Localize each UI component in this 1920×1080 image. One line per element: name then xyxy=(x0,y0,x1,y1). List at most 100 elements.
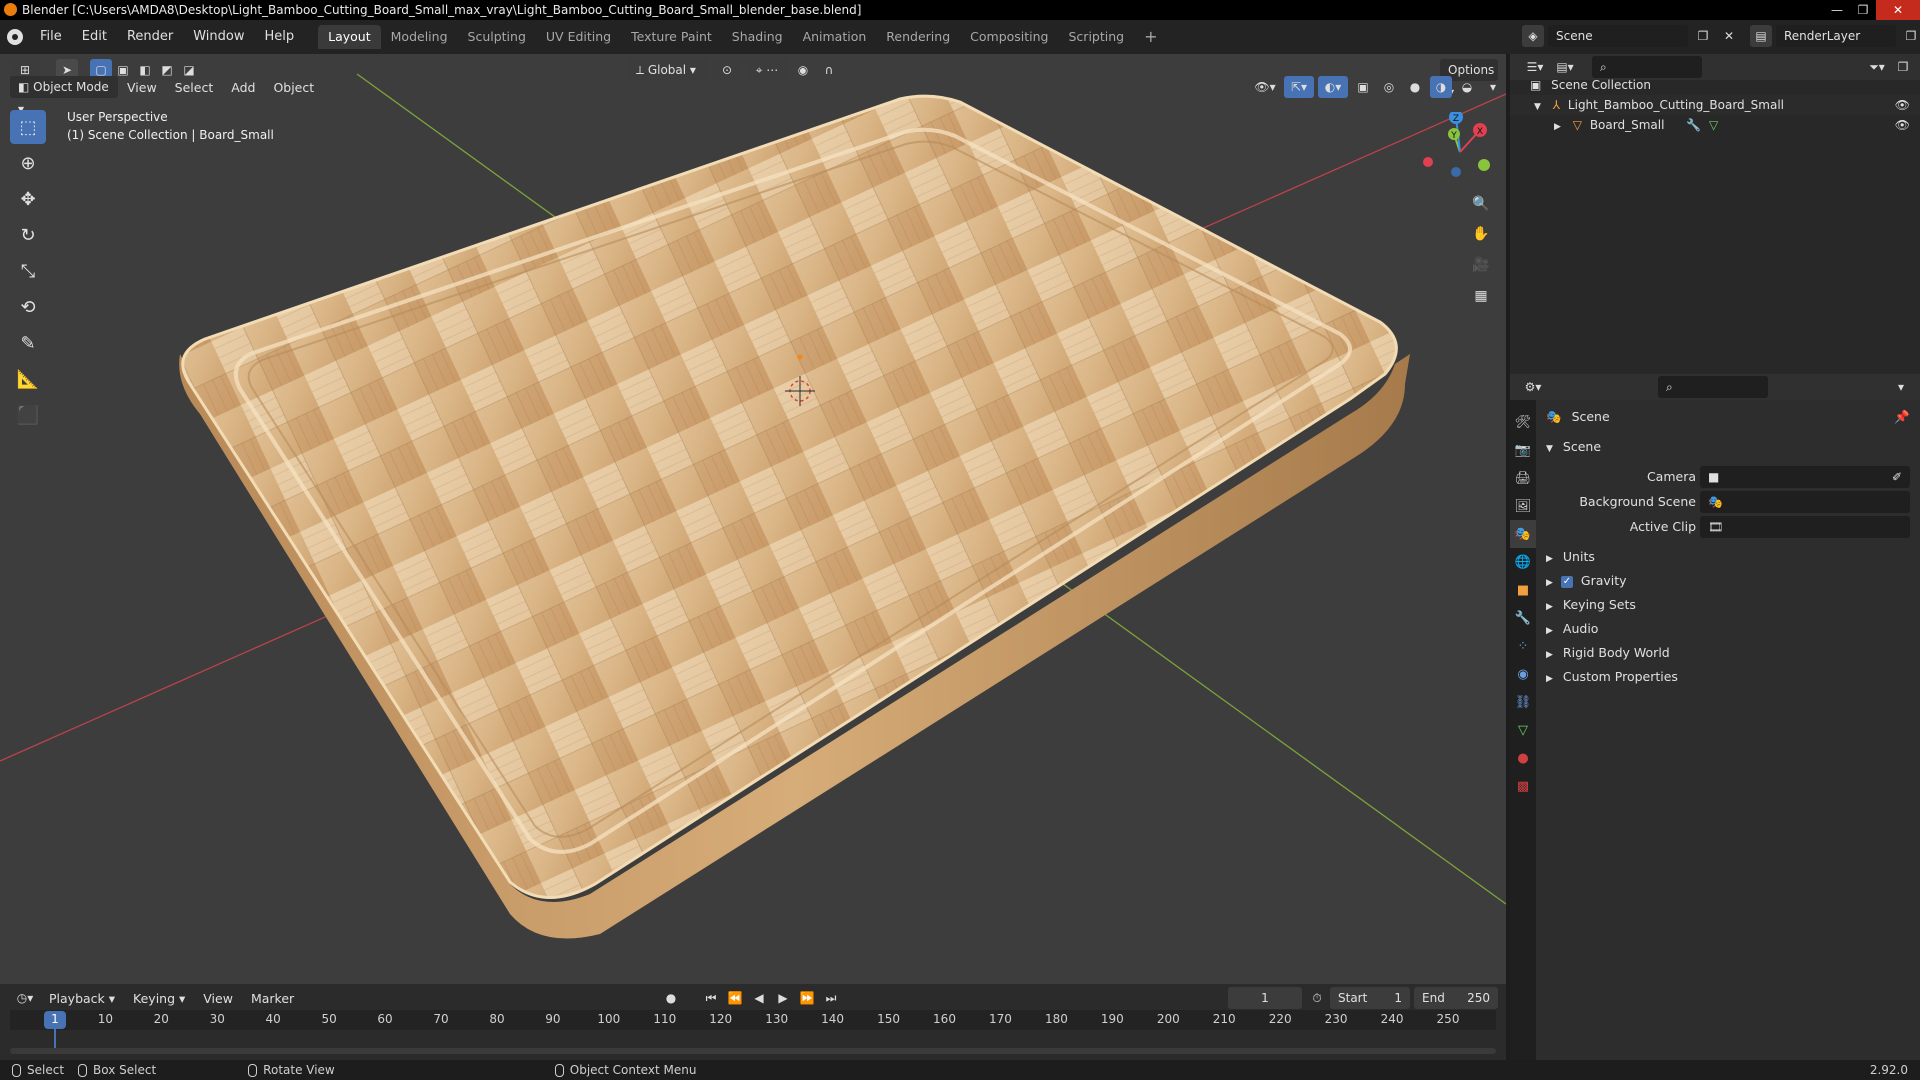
menu-help[interactable]: Help xyxy=(255,25,305,49)
solid-shading-icon[interactable]: ● xyxy=(1404,76,1426,98)
3d-viewport[interactable] xyxy=(0,54,1506,984)
tab-layout[interactable]: Layout xyxy=(318,25,381,49)
camera-field[interactable]: ■ ✐ xyxy=(1700,466,1910,488)
visibility-eye-icon[interactable]: 👁 xyxy=(1895,95,1910,115)
measure-tool-icon[interactable]: 📐 xyxy=(10,362,46,396)
rendered-shading-icon[interactable]: ◒ xyxy=(1456,76,1478,98)
outliner-row-object[interactable]: ▶ ▽ Board_Small 🔧 ▽ 👁 xyxy=(1510,115,1920,135)
jump-start-icon[interactable]: ⏮ xyxy=(700,987,722,1009)
scene-type-icon[interactable]: ◈ xyxy=(1522,25,1544,47)
panel-audio[interactable]: ▶ Audio xyxy=(1536,617,1920,641)
tab-rendering[interactable]: Rendering xyxy=(876,25,960,49)
end-frame-field[interactable]: End 250 xyxy=(1414,987,1498,1009)
transform-tool-icon[interactable]: ⟲ xyxy=(10,290,46,324)
panel-units[interactable]: ▶ Units xyxy=(1536,545,1920,569)
xray-toggle-icon[interactable]: ▣ xyxy=(1352,76,1374,98)
outliner-row-collection[interactable]: ▼ ⅄ Light_Bamboo_Cutting_Board_Small 👁 xyxy=(1510,95,1920,115)
tab-sculpting[interactable]: Sculpting xyxy=(458,25,536,49)
viewport-menu-view[interactable]: View xyxy=(118,80,166,95)
tab-scripting[interactable]: Scripting xyxy=(1059,25,1135,49)
object-mode-dropdown[interactable]: ◧ Object Mode ▾ xyxy=(10,76,118,116)
pin-icon[interactable]: 📌 xyxy=(1894,405,1910,429)
properties-editor-type-icon[interactable]: ⚙▾ xyxy=(1518,376,1548,398)
menu-edit[interactable]: Edit xyxy=(72,25,117,49)
tab-texture-paint[interactable]: Texture Paint xyxy=(621,25,722,49)
timeline-menu-keying[interactable]: Keying ▾ xyxy=(124,991,194,1006)
add-workspace-icon[interactable]: + xyxy=(1134,25,1167,49)
timeline-menu-view[interactable]: View xyxy=(194,991,242,1006)
start-frame-field[interactable]: Start 1 xyxy=(1330,987,1410,1009)
minimize-button[interactable]: — xyxy=(1824,0,1850,20)
visibility-icon[interactable]: 👁▾ xyxy=(1250,76,1280,98)
collapse-chevron-icon[interactable]: ▼ xyxy=(1546,444,1553,454)
new-scene-icon[interactable]: ❐ xyxy=(1692,25,1714,47)
texture-tab-icon[interactable]: ▩ xyxy=(1510,772,1536,800)
timeline-editor-type-icon[interactable]: ◷▾ xyxy=(10,987,40,1009)
expand-chevron-icon[interactable]: ▶ xyxy=(1546,602,1553,612)
expand-chevron-icon[interactable]: ▶ xyxy=(1546,626,1553,636)
viewport-menu-add[interactable]: Add xyxy=(222,80,264,95)
current-frame-field[interactable]: 1 xyxy=(1228,987,1302,1009)
expand-chevron-icon[interactable]: ▶ xyxy=(1554,122,1561,132)
view-layer-selector[interactable]: RenderLayer xyxy=(1776,25,1896,47)
add-cube-tool-icon[interactable]: ⬛ xyxy=(10,398,46,432)
panel-gravity[interactable]: ▶ ✓ Gravity xyxy=(1536,569,1920,593)
scene-section-header[interactable]: ▼ Scene xyxy=(1536,435,1920,459)
active-clip-field[interactable]: 🎞 xyxy=(1700,516,1910,538)
menu-window[interactable]: Window xyxy=(183,25,254,49)
tab-modeling[interactable]: Modeling xyxy=(381,25,458,49)
expand-chevron-icon[interactable]: ▶ xyxy=(1546,554,1553,564)
outliner-row-scene-collection[interactable]: ▣ Scene Collection xyxy=(1510,75,1920,95)
panel-keying-sets[interactable]: ▶ Keying Sets xyxy=(1536,593,1920,617)
shading-options-icon[interactable]: ▾ xyxy=(1482,76,1504,98)
material-tab-icon[interactable]: ● xyxy=(1510,744,1536,772)
new-view-layer-icon[interactable]: ❐ xyxy=(1900,25,1920,47)
world-tab-icon[interactable]: 🌐 xyxy=(1510,548,1536,576)
jump-keyframe-forward-icon[interactable]: ⏩ xyxy=(796,987,818,1009)
mesh-data-icon[interactable]: ▽ xyxy=(1709,118,1718,132)
view-layer-tab-icon[interactable]: 🖼 xyxy=(1510,492,1536,520)
expand-chevron-icon[interactable]: ▼ xyxy=(1534,102,1541,112)
panel-rigid-body-world[interactable]: ▶ Rigid Body World xyxy=(1536,641,1920,665)
output-tab-icon[interactable]: 🖨 xyxy=(1510,464,1536,492)
annotate-tool-icon[interactable]: ✎ xyxy=(10,326,46,360)
menu-file[interactable]: File xyxy=(30,25,72,49)
timeline-menu-playback[interactable]: Playback ▾ xyxy=(40,991,124,1006)
eyedropper-icon[interactable]: ✐ xyxy=(1892,466,1902,488)
jump-keyframe-back-icon[interactable]: ⏪ xyxy=(724,987,746,1009)
overlays-toggle-icon[interactable]: ◐▾ xyxy=(1318,76,1348,98)
timeline-scrollbar[interactable] xyxy=(10,1048,1496,1054)
expand-chevron-icon[interactable]: ▶ xyxy=(1546,578,1553,588)
viewport-menu-select[interactable]: Select xyxy=(166,80,223,95)
maximize-button[interactable]: ❐ xyxy=(1850,0,1876,20)
physics-tab-icon[interactable]: ◉ xyxy=(1510,660,1536,688)
visibility-eye-icon[interactable]: 👁 xyxy=(1895,115,1910,135)
menu-render[interactable]: Render xyxy=(117,25,183,49)
object-tab-icon[interactable]: ■ xyxy=(1510,576,1536,604)
panel-custom-properties[interactable]: ▶ Custom Properties xyxy=(1536,665,1920,689)
tab-compositing[interactable]: Compositing xyxy=(960,25,1058,49)
zoom-icon[interactable]: 🔍 xyxy=(1467,190,1495,218)
jump-end-icon[interactable]: ⏭ xyxy=(820,987,842,1009)
scene-selector[interactable]: Scene xyxy=(1548,25,1688,47)
tab-shading[interactable]: Shading xyxy=(722,25,793,49)
perspective-toggle-icon[interactable]: ▦ xyxy=(1467,282,1495,310)
tab-animation[interactable]: Animation xyxy=(793,25,877,49)
play-icon[interactable]: ▶ xyxy=(772,987,794,1009)
constraints-tab-icon[interactable]: ⛓ xyxy=(1510,688,1536,716)
rotate-tool-icon[interactable]: ↻ xyxy=(10,218,46,252)
modifier-tab-icon[interactable]: 🔧 xyxy=(1510,604,1536,632)
material-shading-icon[interactable]: ◑ xyxy=(1430,76,1452,98)
background-scene-field[interactable]: 🎭 xyxy=(1700,491,1910,513)
preview-range-icon[interactable]: ⏱ xyxy=(1306,987,1328,1009)
wireframe-shading-icon[interactable]: ◎ xyxy=(1378,76,1400,98)
pan-hand-icon[interactable]: ✋ xyxy=(1467,220,1495,248)
tab-uv-editing[interactable]: UV Editing xyxy=(536,25,621,49)
timeline-menu-marker[interactable]: Marker xyxy=(242,991,303,1006)
camera-view-icon[interactable]: 🎥 xyxy=(1467,251,1495,279)
expand-chevron-icon[interactable]: ▶ xyxy=(1546,650,1553,660)
auto-keying-icon[interactable]: ● xyxy=(660,987,682,1009)
gravity-checkbox[interactable]: ✓ xyxy=(1560,575,1573,588)
move-tool-icon[interactable]: ✥ xyxy=(10,182,46,216)
render-tab-icon[interactable]: 📷 xyxy=(1510,436,1536,464)
